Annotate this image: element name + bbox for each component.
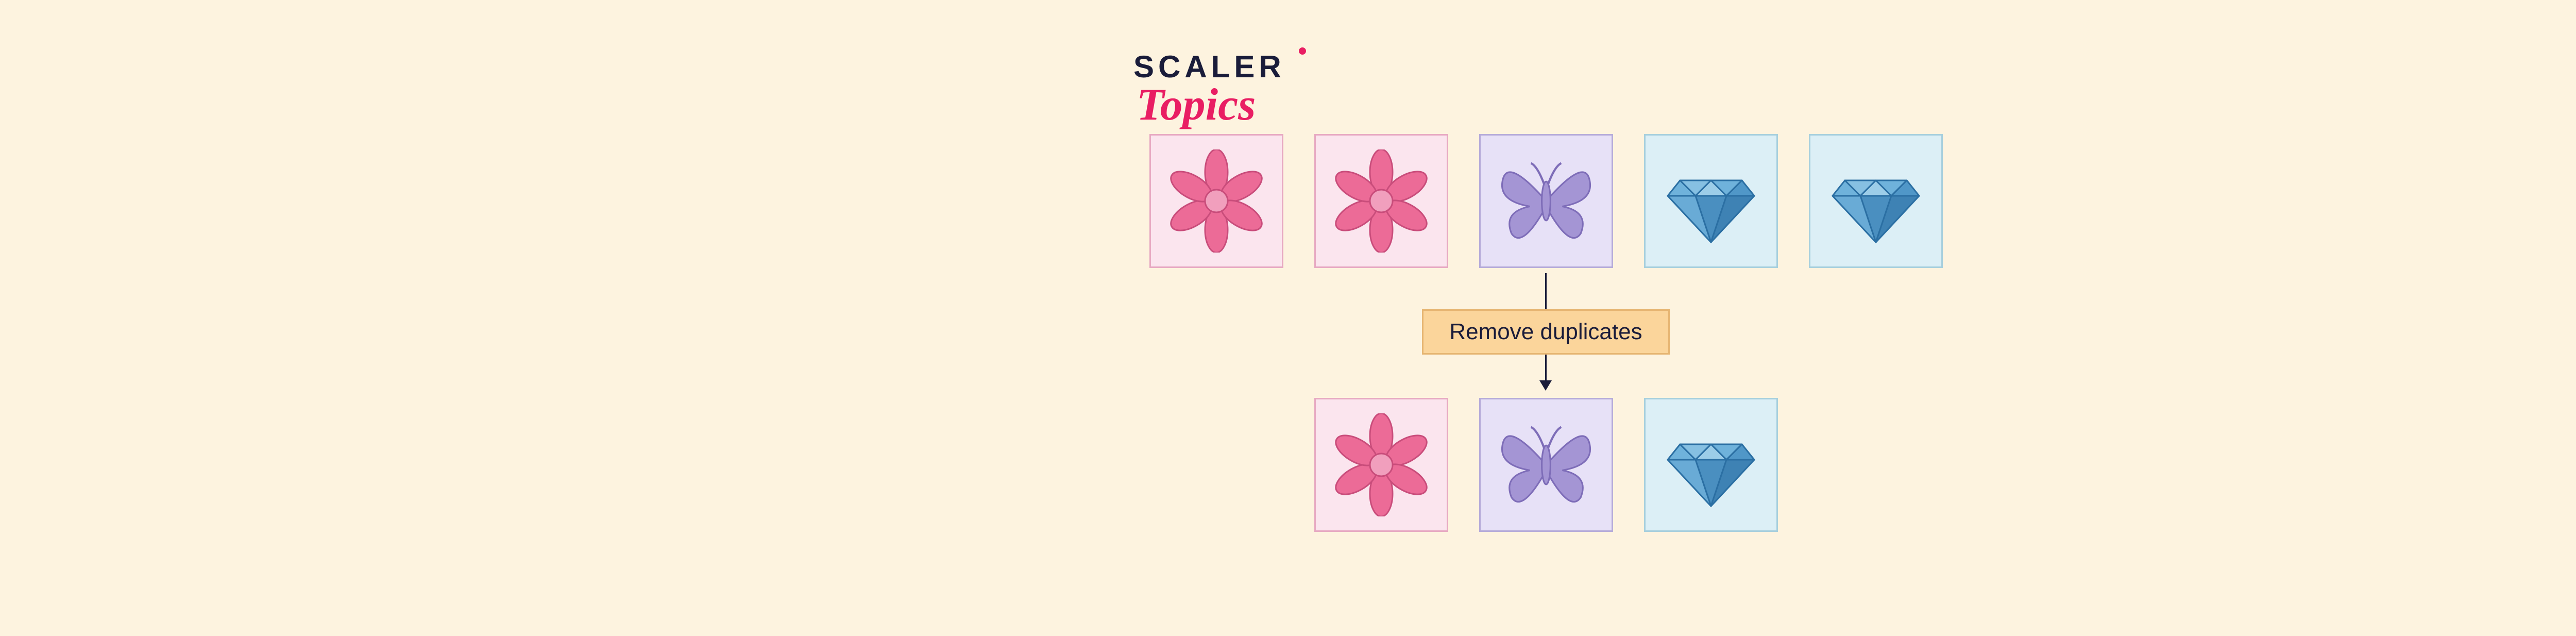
- action-label: Remove duplicates: [1422, 309, 1669, 355]
- butterfly-icon: [1492, 147, 1600, 255]
- output-row: [1314, 398, 1778, 532]
- butterfly-icon: [1492, 411, 1600, 519]
- flower-icon: [1330, 413, 1433, 516]
- tile-flower: [1314, 134, 1448, 268]
- tile-butterfly: [1479, 398, 1613, 532]
- remove-duplicates-diagram: Remove duplicates: [1149, 134, 1943, 532]
- arrow-line: [1545, 273, 1547, 309]
- flower-icon: [1330, 149, 1433, 253]
- arrow-line: [1545, 355, 1547, 380]
- flower-icon: [1165, 149, 1268, 253]
- logo: SCALER Topics: [1133, 52, 1285, 116]
- tile-diamond: [1644, 134, 1778, 268]
- input-row: [1149, 134, 1943, 268]
- diamond-icon: [1659, 413, 1762, 516]
- tile-butterfly: [1479, 134, 1613, 268]
- tile-diamond: [1644, 398, 1778, 532]
- tile-flower: [1314, 398, 1448, 532]
- logo-sub-text: Topics: [1137, 94, 1285, 116]
- arrow-head-icon: [1539, 380, 1552, 391]
- tile-diamond: [1809, 134, 1943, 268]
- diamond-icon: [1659, 149, 1762, 253]
- tile-flower: [1149, 134, 1283, 268]
- logo-brand-text: SCALER: [1133, 52, 1285, 82]
- arrow-with-label: Remove duplicates: [1422, 273, 1669, 391]
- logo-dot: [1299, 47, 1306, 55]
- diamond-icon: [1824, 149, 1927, 253]
